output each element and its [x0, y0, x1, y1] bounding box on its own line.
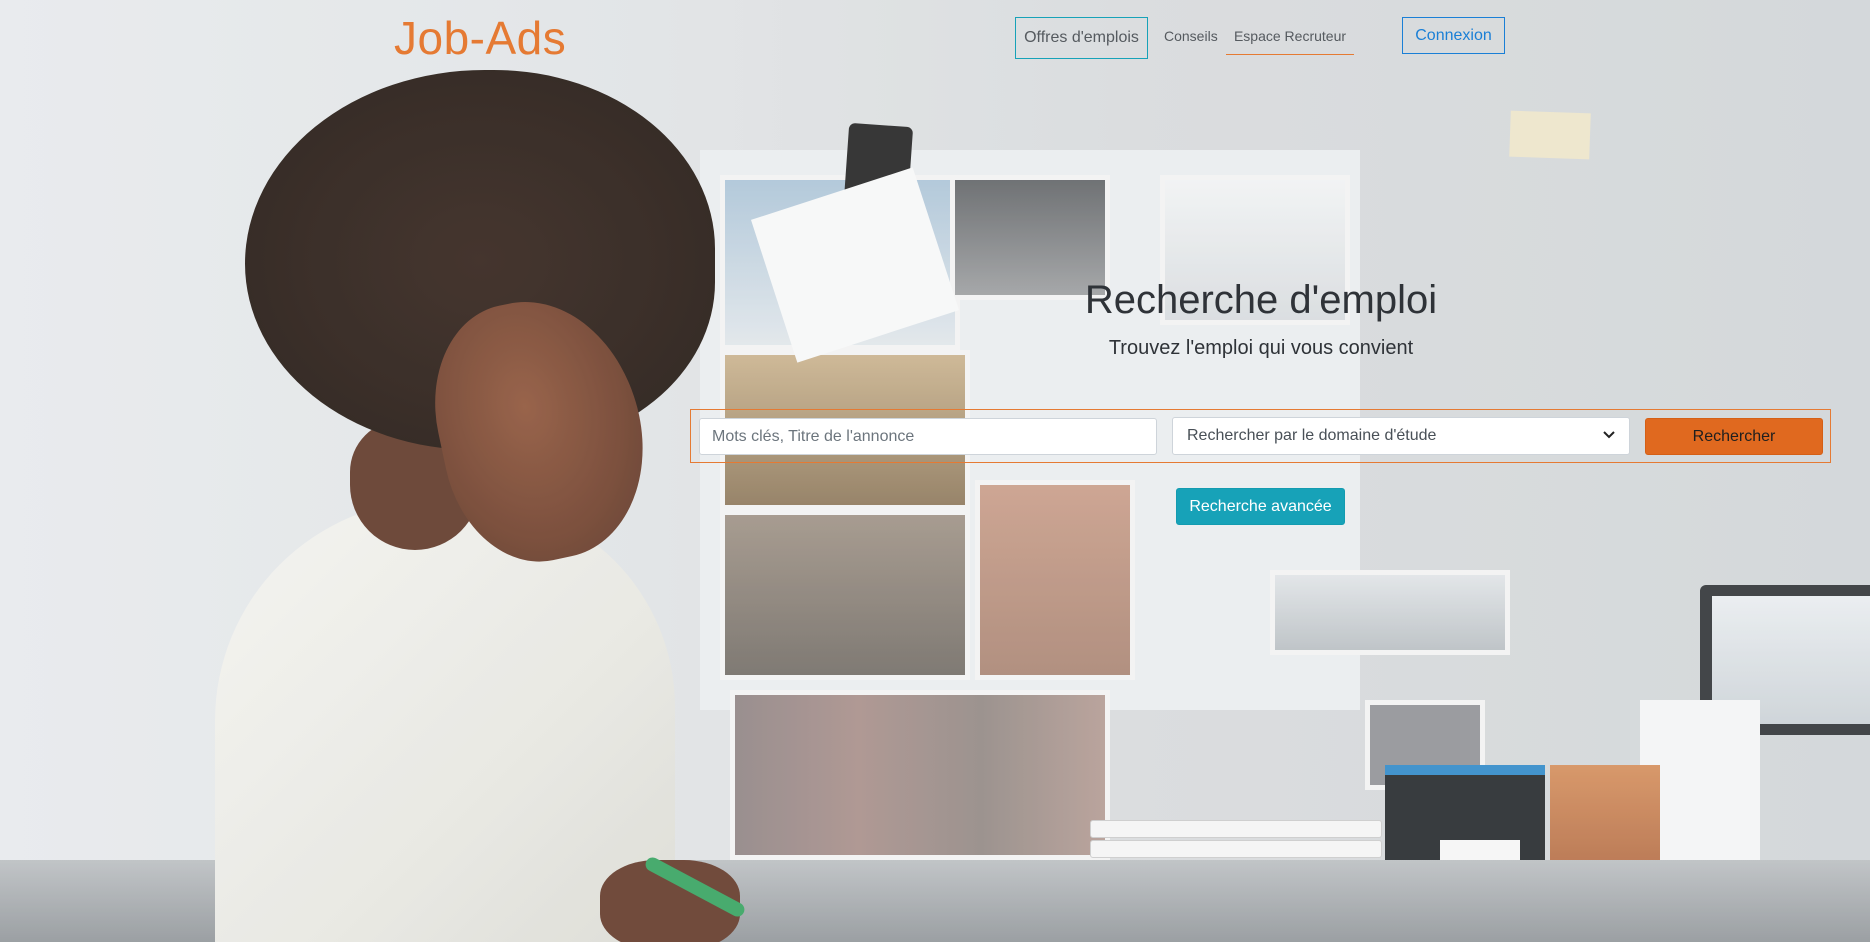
domain-select-value: Rechercher par le domaine d'étude	[1187, 427, 1437, 444]
background-photo	[0, 0, 1870, 942]
hero-title: Recherche d'emploi	[1084, 278, 1438, 322]
advanced-search-button[interactable]: Recherche avancée	[1176, 488, 1345, 525]
page: Job-Ads Offres d'emplois Conseils Espace…	[0, 0, 1870, 942]
keyword-search-input[interactable]	[699, 418, 1157, 455]
login-button[interactable]: Connexion	[1402, 17, 1505, 54]
chevron-down-icon	[1603, 430, 1615, 442]
logo[interactable]: Job-Ads	[394, 10, 566, 66]
nav-offres-emplois[interactable]: Offres d'emplois	[1015, 17, 1148, 59]
nav-espace-recruteur[interactable]: Espace Recruteur	[1226, 25, 1354, 55]
domain-select[interactable]: Rechercher par le domaine d'étude	[1172, 417, 1630, 455]
search-button[interactable]: Rechercher	[1645, 418, 1823, 455]
hero-subtitle: Trouvez l'emploi qui vous convient	[1108, 337, 1414, 359]
background-veil	[0, 0, 1870, 942]
nav-conseils[interactable]: Conseils	[1164, 25, 1218, 47]
